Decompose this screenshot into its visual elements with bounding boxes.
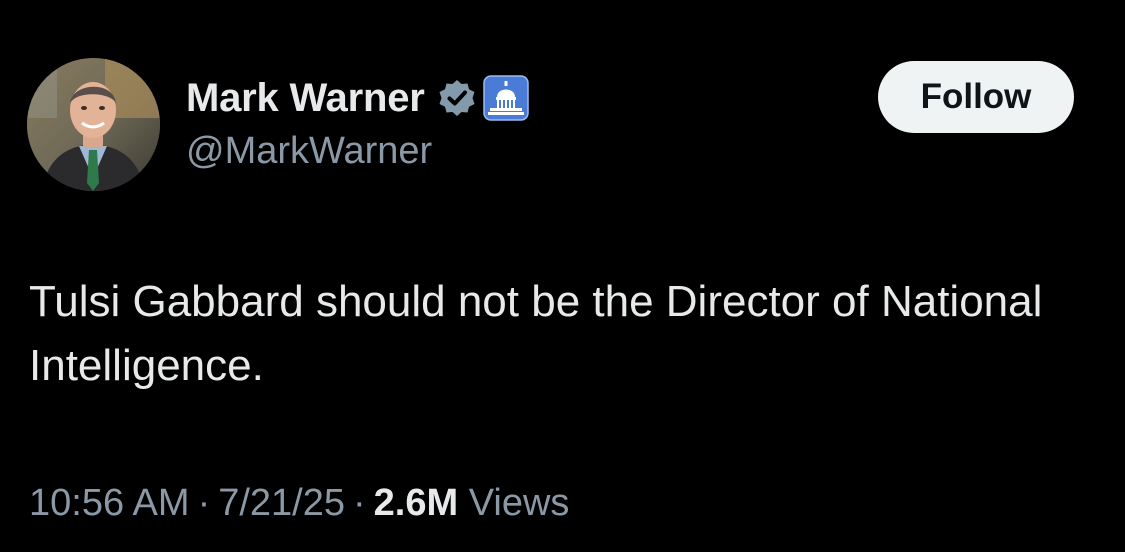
views-label: Views	[468, 482, 570, 524]
meta-separator: ·	[197, 482, 211, 524]
follow-button[interactable]: Follow	[878, 61, 1074, 133]
verified-check-icon[interactable]	[437, 78, 477, 118]
author-handle[interactable]: @MarkWarner	[186, 130, 432, 173]
tweet-card: Mark Warner @MarkWarner Follow Tulsi Gab…	[0, 0, 1125, 552]
tweet-time[interactable]: 10:56 AM	[29, 482, 190, 524]
tweet-text: Tulsi Gabbard should not be the Director…	[29, 277, 1043, 390]
author-display-name[interactable]: Mark Warner	[186, 76, 425, 121]
meta-separator: ·	[353, 482, 366, 524]
avatar[interactable]	[27, 58, 160, 191]
views-count: 2.6M	[373, 482, 459, 524]
tweet-meta: 10:56 AM · 7/21/25 · 2.6M Views	[29, 482, 569, 525]
government-capitol-icon[interactable]	[482, 75, 529, 121]
avatar-photo	[27, 58, 160, 191]
tweet-date[interactable]: 7/21/25	[218, 482, 345, 524]
author-name-row: Mark Warner	[186, 74, 529, 122]
